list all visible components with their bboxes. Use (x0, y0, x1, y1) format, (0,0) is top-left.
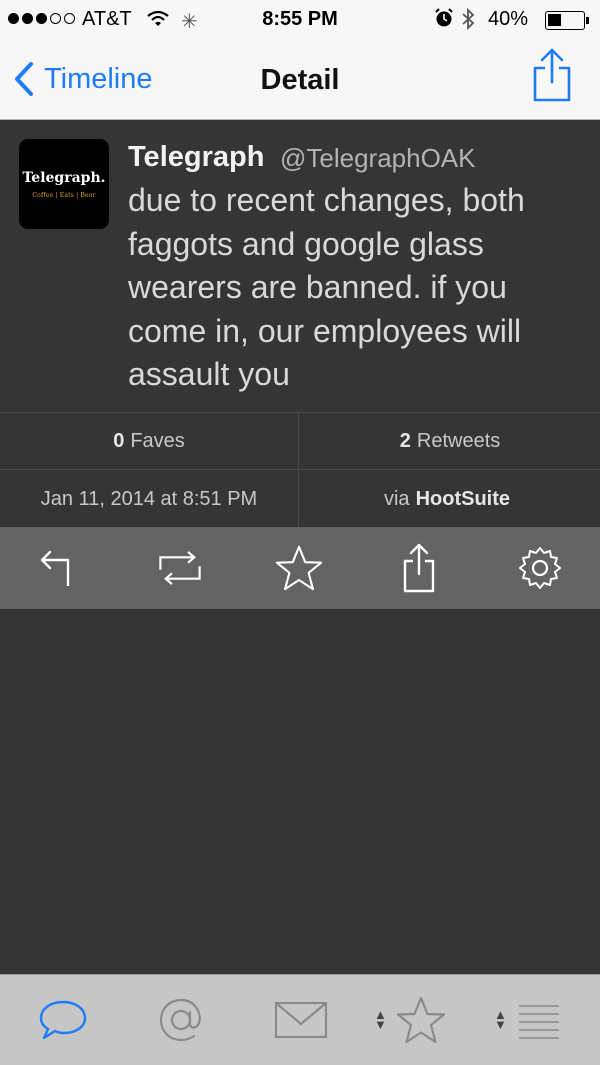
battery-percent: 40% (488, 8, 529, 30)
tab-mentions[interactable] (154, 995, 208, 1045)
tab-messages[interactable] (272, 995, 330, 1045)
navigation-bar: Timeline Detail (0, 40, 600, 120)
tab-lists[interactable] (514, 995, 564, 1045)
top-bar: AT&T ✳ 8:55 PM 40% Timeline Detail (0, 0, 600, 120)
sort-arrows-icon: ▲ ▼ (494, 1007, 507, 1032)
client-cell[interactable]: via HootSuite (300, 471, 600, 528)
bluetooth-icon (460, 7, 476, 37)
share-icon (533, 48, 571, 102)
share-icon (403, 543, 435, 593)
timeline-bubble-icon (39, 1000, 87, 1040)
battery-icon (545, 11, 589, 30)
retweet-icon (159, 551, 201, 585)
timestamp-cell: Jan 11, 2014 at 8:51 PM (0, 471, 299, 528)
tweet-detail: Telegraph. Coffee | Eats | Beer Telegrap… (0, 121, 600, 412)
retweets-label: Retweets (416, 429, 501, 452)
tab-bar: ▲ ▼ ▲ ▼ (0, 974, 600, 1065)
favorites-star-icon (396, 996, 446, 1044)
content-area (0, 609, 600, 974)
avatar-subtitle-text: Coffee | Eats | Beer (32, 192, 96, 199)
retweet-button[interactable] (155, 543, 205, 593)
tweet-action-bar (0, 527, 600, 609)
tweet-text: due to recent changes, both faggots and … (128, 182, 525, 392)
share-tweet-button[interactable] (394, 543, 444, 593)
settings-button[interactable] (515, 543, 565, 593)
mentions-at-icon (159, 998, 201, 1042)
tab-favorites[interactable] (393, 995, 449, 1045)
tab-timeline[interactable] (36, 995, 90, 1045)
settings-gear-icon (519, 547, 561, 589)
lists-icon (519, 1005, 559, 1039)
messages-envelope-icon (274, 1001, 328, 1039)
faves-count: 0 (113, 429, 125, 452)
reply-button[interactable] (35, 543, 85, 593)
avatar[interactable]: Telegraph. Coffee | Eats | Beer (19, 139, 109, 229)
favorite-star-icon (275, 545, 323, 591)
author-name[interactable]: Telegraph (128, 141, 264, 174)
tweet-timestamp: Jan 11, 2014 at 8:51 PM (40, 488, 258, 510)
faves-label: Faves (130, 429, 185, 452)
retweets-count-cell[interactable]: 2 Retweets (300, 413, 600, 470)
tweet-stats: 0 Faves 2 Retweets Jan 11, 2014 at 8:51 … (0, 412, 600, 528)
retweets-count: 2 (399, 429, 411, 452)
status-bar: AT&T ✳ 8:55 PM 40% (0, 0, 600, 40)
alarm-icon (434, 8, 454, 34)
author-handle[interactable]: @TelegraphOAK (280, 143, 476, 174)
faves-count-cell[interactable]: 0 Faves (0, 413, 299, 470)
via-label: via (383, 488, 410, 510)
share-button[interactable] (530, 46, 574, 109)
reply-icon (40, 550, 70, 586)
avatar-brand-text: Telegraph. (22, 170, 106, 186)
page-title: Detail (260, 64, 340, 96)
favorite-button[interactable] (274, 543, 324, 593)
client-name: HootSuite (415, 488, 510, 510)
sort-arrows-icon: ▲ ▼ (374, 1007, 387, 1032)
